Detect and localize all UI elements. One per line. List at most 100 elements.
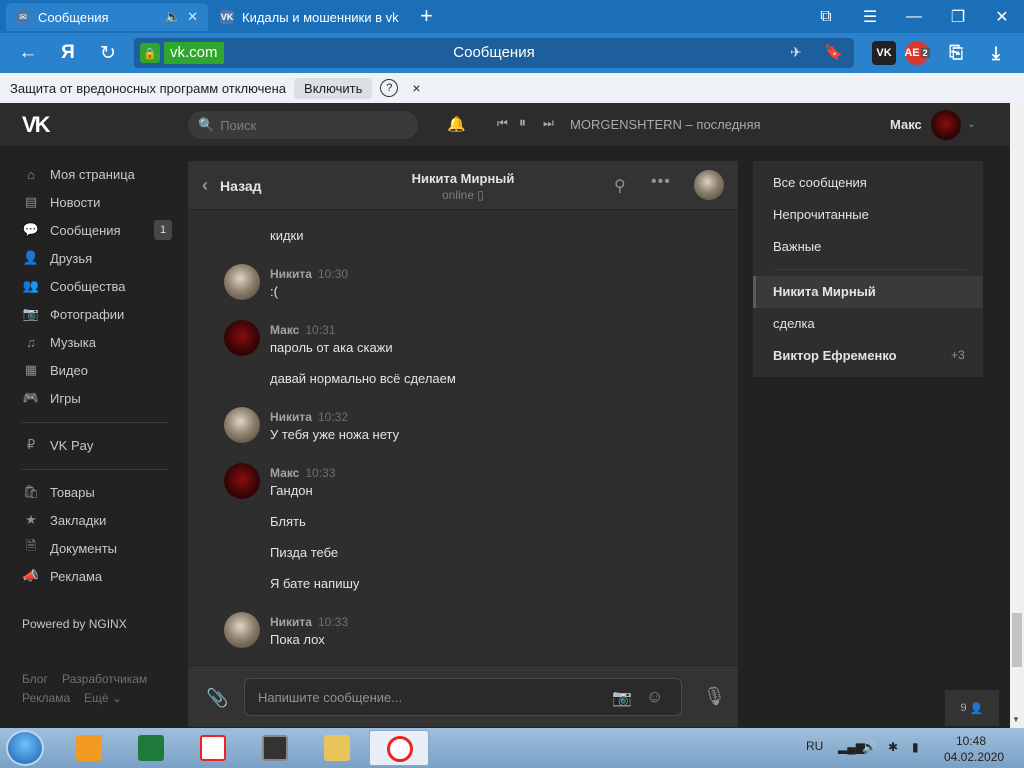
rocket-icon[interactable]: ✈ xyxy=(790,44,802,61)
page-scrollbar[interactable]: ▼ xyxy=(1010,103,1024,728)
message-author[interactable]: Никита 10:30 xyxy=(270,267,348,281)
menu-item-friends[interactable]: 👤 Друзья xyxy=(22,246,172,270)
menu-item-my-page[interactable]: ⌂ Моя страница xyxy=(22,162,172,186)
browser-tab-bar: ✉ Сообщения 🔈 ✕ VK Кидалы и мошенники в … xyxy=(0,0,1024,33)
online-friends-button[interactable]: 9 👤 xyxy=(945,690,999,726)
message-author[interactable]: Макс 10:31 xyxy=(270,323,335,337)
menu-item-goods[interactable]: 🛍 Товары xyxy=(22,480,172,504)
menu-item-video[interactable]: ▦ Видео xyxy=(22,358,172,382)
help-icon[interactable]: ? xyxy=(380,79,399,97)
message-avatar[interactable] xyxy=(224,407,260,443)
peer-avatar[interactable] xyxy=(694,170,724,200)
network-icon[interactable]: ▂▄▆ xyxy=(838,740,865,754)
menu-icon[interactable]: ☰ xyxy=(848,0,892,33)
user-avatar[interactable] xyxy=(931,110,961,140)
sound-icon[interactable]: 🔈 xyxy=(165,9,181,25)
notifications-bell-icon[interactable]: 🔔 xyxy=(447,115,466,135)
menu-item-ads[interactable]: 📣 Реклама xyxy=(22,564,172,588)
vk-search-input[interactable]: 🔍 Поиск xyxy=(188,111,418,139)
next-track-icon[interactable]: ⏭ xyxy=(543,116,554,131)
url-field[interactable]: 🔒 vk.com Сообщения ✈ 🔖 xyxy=(134,38,854,68)
vk-logo-icon[interactable]: VK xyxy=(22,112,56,137)
clock-time[interactable]: 10:48 xyxy=(956,734,986,748)
author-name: Никита xyxy=(270,267,312,281)
menu-item-documents[interactable]: 🗎 Документы xyxy=(22,536,172,560)
camera-icon[interactable]: 📷 xyxy=(612,688,632,708)
footer-link-blog[interactable]: Блог xyxy=(22,672,48,686)
message-avatar[interactable] xyxy=(224,320,260,356)
message-history: кидки Никита 10:30 :( Макс 10:31 пароль от… xyxy=(188,210,738,665)
now-playing-track[interactable]: MORGENSHTERN – последняя xyxy=(570,117,761,132)
footer-link-ads[interactable]: Реклама xyxy=(22,691,70,705)
tab-messages[interactable]: ✉ Сообщения 🔈 ✕ xyxy=(6,3,208,31)
chevron-down-icon[interactable]: ⌄ xyxy=(967,117,976,130)
notice-close-icon[interactable]: × xyxy=(412,80,420,96)
tab-close-button[interactable]: ✕ xyxy=(187,9,198,25)
prev-track-icon[interactable]: ⏮ xyxy=(497,116,508,131)
message-avatar[interactable] xyxy=(224,264,260,300)
minimize-icon[interactable]: — xyxy=(892,0,936,33)
vk-extension-icon[interactable]: VK xyxy=(872,41,896,65)
pause-icon[interactable]: ⏸ xyxy=(519,114,526,131)
user-name[interactable]: Макс xyxy=(890,117,922,132)
taskbar-explorer[interactable] xyxy=(310,731,364,765)
footer-link-more[interactable]: Ещё ⌄ xyxy=(84,691,122,705)
message-avatar[interactable] xyxy=(224,463,260,499)
chat-search-icon[interactable]: ⚲ xyxy=(614,176,626,196)
attach-icon[interactable]: 📎 xyxy=(206,688,228,709)
scroll-down-arrow-icon[interactable]: ▼ xyxy=(1012,715,1020,724)
bookmarks-icon: ★ xyxy=(25,512,37,527)
filter-all-messages[interactable]: Все сообщения xyxy=(773,175,867,190)
messages-icon: 💬 xyxy=(22,222,40,237)
translate-extension-icon[interactable]: ⎘ xyxy=(944,41,968,65)
vkpay-icon: ₽ xyxy=(26,437,36,452)
start-button[interactable] xyxy=(6,730,44,766)
conversation-viktor[interactable]: Виктор Ефременко xyxy=(773,348,897,363)
menu-item-games[interactable]: 🎮 Игры xyxy=(22,386,172,410)
yandex-logo-icon[interactable]: Я xyxy=(54,39,82,67)
tab-scammers[interactable]: VK Кидалы и мошенники в vk xyxy=(210,3,410,31)
menu-item-communities[interactable]: 👥 Сообщества xyxy=(22,274,172,298)
enable-protection-button[interactable]: Включить xyxy=(294,77,373,99)
bookmark-icon[interactable]: 🔖 xyxy=(824,43,843,61)
back-arrow-icon[interactable]: ← xyxy=(14,39,42,67)
power-icon[interactable]: ▮ xyxy=(912,740,919,754)
more-conversations-count[interactable]: +3 xyxy=(951,348,965,362)
menu-item-music[interactable]: ♫ Музыка xyxy=(22,330,172,354)
restore-icon[interactable]: ❐ xyxy=(936,0,980,33)
conversation-nikita[interactable]: Никита Мирный xyxy=(773,284,876,299)
taskbar-yandex[interactable] xyxy=(186,731,240,765)
menu-item-news[interactable]: ▤ Новости xyxy=(22,190,172,214)
author-name: Макс xyxy=(270,323,300,337)
taskbar-yandex-browser[interactable] xyxy=(369,730,429,766)
message-author[interactable]: Макс 10:33 xyxy=(270,466,335,480)
filter-unread[interactable]: Непрочитанные xyxy=(773,207,869,222)
taskbar-excel[interactable] xyxy=(124,731,178,765)
footer-link-developers[interactable]: Разработчикам xyxy=(62,672,147,686)
microphone-icon[interactable]: 🎙 xyxy=(703,686,726,707)
close-window-icon[interactable]: ✕ xyxy=(980,0,1024,33)
more-options-icon[interactable]: ••• xyxy=(651,173,671,191)
new-tab-button[interactable]: + xyxy=(420,3,433,29)
taskbar-media-player[interactable] xyxy=(62,731,116,765)
filter-important[interactable]: Важные xyxy=(773,239,821,254)
message-author[interactable]: Никита 10:32 xyxy=(270,410,348,424)
bookmarks-panel-icon[interactable]: ⧉ xyxy=(804,0,848,33)
message-author[interactable]: Никита 10:33 xyxy=(270,615,348,629)
menu-item-messages[interactable]: 💬 Сообщения 1 xyxy=(22,218,172,242)
language-indicator[interactable]: RU xyxy=(806,739,823,753)
scrollbar-thumb[interactable] xyxy=(1012,613,1022,667)
message-avatar[interactable] xyxy=(224,612,260,648)
menu-item-vkpay[interactable]: ₽ VK Pay xyxy=(22,433,172,457)
download-icon[interactable]: ⤓ xyxy=(984,41,1008,65)
reload-icon[interactable]: ↻ xyxy=(94,39,122,67)
menu-item-bookmarks[interactable]: ★ Закладки xyxy=(22,508,172,532)
clock-date[interactable]: 04.02.2020 xyxy=(944,750,1004,764)
emoji-icon[interactable]: ☺ xyxy=(646,687,663,707)
taskbar-camera-app[interactable] xyxy=(248,731,302,765)
menu-item-photos[interactable]: 📷 Фотографии xyxy=(22,302,172,326)
adblock-extension-icon[interactable]: AE 2 xyxy=(904,41,930,65)
volume-icon[interactable]: 🔊 xyxy=(862,740,877,754)
bluetooth-icon[interactable]: ✱ xyxy=(888,740,898,754)
conversation-deal[interactable]: сделка xyxy=(773,316,815,331)
